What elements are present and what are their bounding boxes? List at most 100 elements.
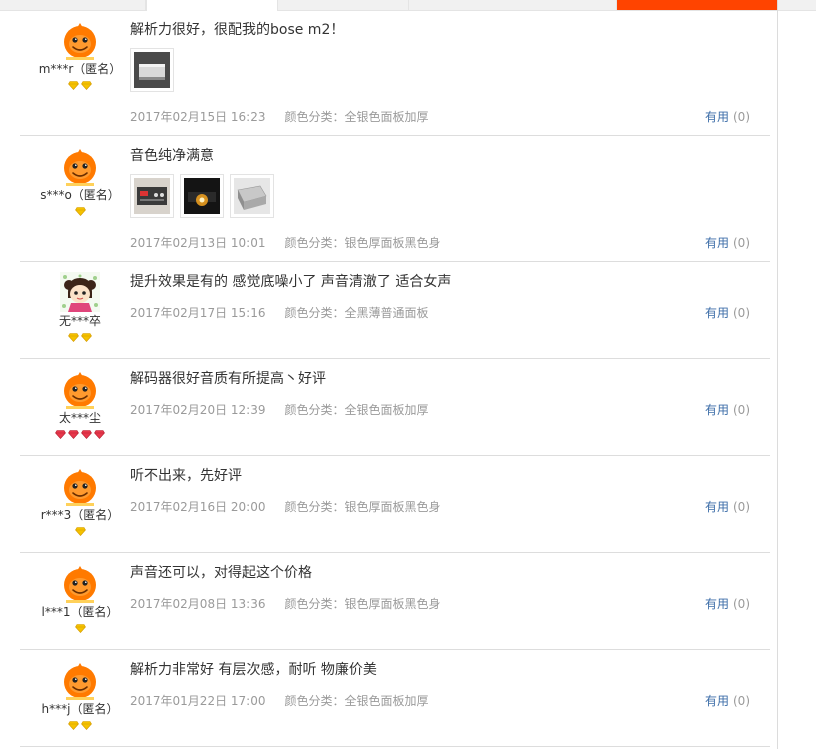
avatar[interactable] <box>60 146 100 186</box>
useful-button[interactable]: 有用 (0) <box>705 692 750 709</box>
review-sku: 颜色分类：全银色面板加厚 <box>284 110 429 124</box>
reviewer: 太***尘 <box>20 359 140 442</box>
review-sku: 颜色分类：全银色面板加厚 <box>284 403 429 417</box>
avatar[interactable] <box>60 466 100 506</box>
reviewer-level-gems <box>20 207 140 219</box>
review-meta: 2017年02月17日 15:16 颜色分类：全黑薄普通面板 <box>130 304 429 321</box>
reviewer: h***j（匿名） <box>20 650 140 733</box>
review-meta: 2017年02月15日 16:23 颜色分类：全银色面板加厚 <box>130 108 429 125</box>
reviewer-level-gems <box>20 430 140 442</box>
review-text: 解析力非常好 有层次感，耐听 物廉价美 <box>130 662 377 678</box>
review-date: 2017年02月17日 15:16 <box>130 306 266 320</box>
tab-4[interactable] <box>409 0 617 10</box>
reviewer-level-gems <box>20 721 140 733</box>
review-sku: 颜色分类：全银色面板加厚 <box>284 694 429 708</box>
review-meta: 2017年02月13日 10:01 颜色分类：银色厚面板黑色身 <box>130 234 441 251</box>
yellow-gem-icon <box>68 333 79 342</box>
yellow-gem-icon <box>74 527 86 536</box>
yellow-gem-icon <box>74 624 86 633</box>
useful-count: (0) <box>733 597 750 611</box>
yellow-gem-icon <box>74 207 86 216</box>
yellow-gem-icon <box>81 81 92 90</box>
review-sku: 颜色分类：银色厚面板黑色身 <box>284 597 441 611</box>
reviewer-name: 无***卒 <box>58 314 101 328</box>
review-text: 提升效果是有的 感觉底噪小了 声音清澈了 适合女声 <box>130 274 452 290</box>
useful-button[interactable]: 有用 (0) <box>705 108 750 125</box>
review-meta: 2017年02月20日 12:39 颜色分类：全银色面板加厚 <box>130 401 429 418</box>
useful-button[interactable]: 有用 (0) <box>705 401 750 418</box>
reviewer-name: r***3（匿名） <box>40 508 120 522</box>
red-gem-icon <box>81 430 92 439</box>
reviewer-level-gems <box>20 333 140 345</box>
reviewer-level-gems <box>20 527 140 539</box>
review-photo-thumbnail[interactable] <box>230 174 274 218</box>
tab-1[interactable] <box>0 0 146 10</box>
useful-count: (0) <box>733 694 750 708</box>
useful-count: (0) <box>733 110 750 124</box>
yellow-gem-icon <box>68 81 79 90</box>
review-text: 听不出来，先好评 <box>130 468 242 484</box>
useful-button[interactable]: 有用 (0) <box>705 595 750 612</box>
review-item: r***3（匿名） 听不出来，先好评 2017年02月16日 20:00 颜色分类… <box>20 456 770 553</box>
useful-label: 有用 <box>704 403 729 417</box>
review-text: 声音还可以，对得起这个价格 <box>130 565 312 581</box>
review-body: 声音还可以，对得起这个价格 2017年02月08日 13:36 颜色分类：银色厚面… <box>130 553 770 611</box>
review-date: 2017年02月20日 12:39 <box>130 403 266 417</box>
reviewer: s***o（匿名） <box>20 136 140 219</box>
useful-label: 有用 <box>704 597 729 611</box>
reviewer-name: h***j（匿名） <box>41 702 119 716</box>
reviewer: l***1（匿名） <box>20 553 140 636</box>
review-date: 2017年02月08日 13:36 <box>130 597 266 611</box>
review-photo-thumbnail[interactable] <box>130 48 174 92</box>
tab-3[interactable] <box>278 0 409 10</box>
review-list: m***r（匿名） 解析力很好，很配我的bose m2！ 2017年02月15日… <box>20 10 770 747</box>
useful-button[interactable]: 有用 (0) <box>705 304 750 321</box>
reviewer-level-gems <box>20 81 140 93</box>
review-photos <box>130 48 770 92</box>
review-item: m***r（匿名） 解析力很好，很配我的bose m2！ 2017年02月15日… <box>20 10 770 136</box>
reviewer-name: l***1（匿名） <box>41 605 119 619</box>
avatar[interactable] <box>60 660 100 700</box>
useful-button[interactable]: 有用 (0) <box>705 498 750 515</box>
red-gem-icon <box>55 430 66 439</box>
right-sidebar <box>777 0 816 749</box>
useful-label: 有用 <box>704 306 729 320</box>
useful-count: (0) <box>733 500 750 514</box>
review-item: h***j（匿名） 解析力非常好 有层次感，耐听 物廉价美 2017年01月22… <box>20 650 770 747</box>
reviewer-name: 太***尘 <box>58 411 101 425</box>
review-item: 无***卒 提升效果是有的 感觉底噪小了 声音清澈了 适合女声 2017年02月… <box>20 262 770 359</box>
avatar[interactable] <box>60 369 100 409</box>
review-text: 解析力很好，很配我的bose m2！ <box>130 22 345 38</box>
review-body: 听不出来，先好评 2017年02月16日 20:00 颜色分类：银色厚面板黑色身 … <box>130 456 770 514</box>
reviewer: m***r（匿名） <box>20 10 140 93</box>
review-body: 解码器很好音质有所提高丶好评 2017年02月20日 12:39 颜色分类：全银色… <box>130 359 770 417</box>
review-body: 提升效果是有的 感觉底噪小了 声音清澈了 适合女声 2017年02月17日 15… <box>130 262 770 320</box>
review-body: 解析力很好，很配我的bose m2！ 2017年02月15日 16:23 颜色分类… <box>130 10 770 124</box>
useful-count: (0) <box>733 306 750 320</box>
review-date: 2017年01月22日 17:00 <box>130 694 266 708</box>
avatar[interactable] <box>60 272 100 312</box>
review-text: 解码器很好音质有所提高丶好评 <box>130 371 326 387</box>
useful-label: 有用 <box>704 236 729 250</box>
tab-highlight[interactable] <box>617 0 777 10</box>
review-text: 音色纯净满意 <box>130 148 214 164</box>
review-photo-thumbnail[interactable] <box>130 174 174 218</box>
reviewer: r***3（匿名） <box>20 456 140 539</box>
useful-label: 有用 <box>704 694 729 708</box>
avatar[interactable] <box>60 20 100 60</box>
reviewer-name: m***r（匿名） <box>38 62 122 76</box>
red-gem-icon <box>94 430 105 439</box>
review-date: 2017年02月13日 10:01 <box>130 236 266 250</box>
reviewer-level-gems <box>20 624 140 636</box>
avatar[interactable] <box>60 563 100 603</box>
useful-button[interactable]: 有用 (0) <box>705 234 750 251</box>
review-body: 解析力非常好 有层次感，耐听 物廉价美 2017年01月22日 17:00 颜色分… <box>130 650 770 708</box>
useful-label: 有用 <box>704 110 729 124</box>
review-photos <box>130 174 770 218</box>
red-gem-icon <box>68 430 79 439</box>
review-meta: 2017年02月16日 20:00 颜色分类：银色厚面板黑色身 <box>130 498 441 515</box>
review-photo-thumbnail[interactable] <box>180 174 224 218</box>
reviewer: 无***卒 <box>20 262 140 345</box>
review-date: 2017年02月16日 20:00 <box>130 500 266 514</box>
yellow-gem-icon <box>81 721 92 730</box>
